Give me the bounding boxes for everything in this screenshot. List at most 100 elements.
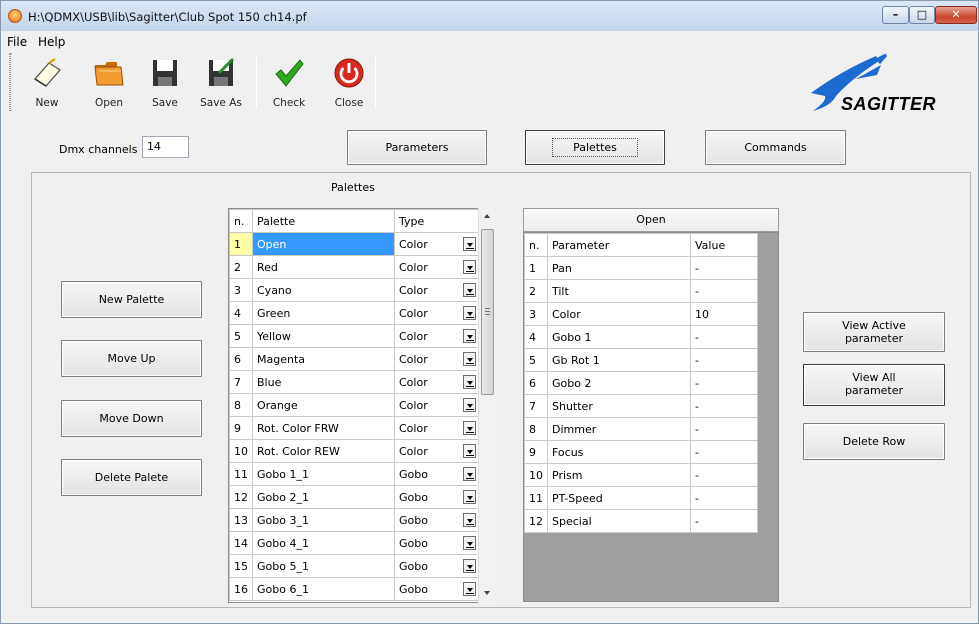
palette-row-number[interactable]: 4	[229, 301, 253, 325]
dropdown-arrow-icon[interactable]	[463, 536, 476, 550]
param-name-cell[interactable]: Special	[547, 509, 691, 533]
param-value-cell[interactable]: -	[690, 279, 758, 303]
dropdown-arrow-icon[interactable]	[463, 260, 476, 274]
palette-name-cell[interactable]: Rot. Color REW	[252, 439, 395, 463]
param-row-number[interactable]: 7	[524, 394, 548, 418]
param-value-cell[interactable]: 10	[690, 302, 758, 326]
palette-type-select[interactable]: Gobo	[394, 577, 478, 601]
param-value-cell[interactable]: -	[690, 463, 758, 487]
table-row[interactable]: 2 Tilt -	[524, 279, 758, 303]
app-icon[interactable]	[8, 9, 22, 23]
palette-row-number[interactable]: 7	[229, 370, 253, 394]
palette-row-number[interactable]: 8	[229, 393, 253, 417]
menu-file[interactable]: File	[7, 35, 27, 49]
col-header-n[interactable]: n.	[229, 209, 253, 233]
title-bar[interactable]: H:\QDMX\USB\lib\Sagitter\Club Spot 150 c…	[1, 1, 978, 31]
close-window-button[interactable]: ✕	[935, 6, 977, 24]
palette-name-cell[interactable]: Magenta	[252, 347, 395, 371]
palette-row-number[interactable]: 16	[229, 577, 253, 601]
palette-row-number[interactable]: 5	[229, 324, 253, 348]
move-up-button[interactable]: Move Up	[61, 340, 202, 377]
palette-name-cell[interactable]: Cyano	[252, 278, 395, 302]
param-name-cell[interactable]: Shutter	[547, 394, 691, 418]
param-row-number[interactable]: 12	[524, 509, 548, 533]
dropdown-arrow-icon[interactable]	[463, 352, 476, 366]
param-value-cell[interactable]: -	[690, 348, 758, 372]
dropdown-arrow-icon[interactable]	[463, 283, 476, 297]
tab-palettes[interactable]: Palettes	[525, 130, 665, 165]
param-value-cell[interactable]: -	[690, 394, 758, 418]
table-row[interactable]: 4 Gobo 1-	[524, 325, 758, 349]
palette-name-cell[interactable]: Rot. Color FRW	[252, 416, 395, 440]
toolbar-grip[interactable]	[9, 53, 11, 111]
param-value-cell[interactable]: -	[690, 509, 758, 533]
palettes-scrollbar[interactable]	[478, 208, 495, 603]
check-button[interactable]: Check	[269, 55, 309, 113]
table-row[interactable]: 15 Gobo 5_1 Gobo	[229, 554, 478, 578]
scroll-down-arrow-icon[interactable]	[479, 584, 495, 601]
dropdown-arrow-icon[interactable]	[463, 237, 476, 251]
param-value-cell[interactable]: -	[690, 325, 758, 349]
palette-type-select[interactable]: Color	[394, 393, 478, 417]
dmx-channels-field[interactable]: 14	[142, 136, 189, 158]
palette-type-select[interactable]: Color	[394, 347, 478, 371]
palettes-grid[interactable]: n. Palette Type 1 Open Color 2 Red Color 3 Cyan…	[228, 208, 479, 603]
save-as-button[interactable]: Save As	[195, 55, 247, 113]
palette-row-number[interactable]: 3	[229, 278, 253, 302]
table-row[interactable]: 4 Green Color	[229, 301, 478, 325]
save-button[interactable]: Save	[147, 55, 183, 113]
param-row-number[interactable]: 10	[524, 463, 548, 487]
table-row[interactable]: 3 Cyano Color	[229, 278, 478, 302]
menu-help[interactable]: Help	[38, 35, 65, 49]
palette-row-number[interactable]: 1	[229, 232, 253, 256]
param-name-cell[interactable]: PT-Speed	[547, 486, 691, 510]
move-down-button[interactable]: Move Down	[61, 400, 202, 437]
table-row[interactable]: 3 Color 10	[524, 302, 758, 326]
maximize-button[interactable]: □	[909, 6, 935, 24]
palette-type-select[interactable]: Color	[394, 416, 478, 440]
dropdown-arrow-icon[interactable]	[463, 306, 476, 320]
palette-name-cell[interactable]: Yellow	[252, 324, 395, 348]
palette-row-number[interactable]: 14	[229, 531, 253, 555]
palette-type-select[interactable]: Gobo	[394, 531, 478, 555]
table-row[interactable]: 6 Magenta Color	[229, 347, 478, 371]
param-row-number[interactable]: 9	[524, 440, 548, 464]
dropdown-arrow-icon[interactable]	[463, 444, 476, 458]
palette-row-number[interactable]: 12	[229, 485, 253, 509]
palette-type-select[interactable]: Gobo	[394, 462, 478, 486]
param-value-cell[interactable]: -	[690, 256, 758, 280]
palette-name-cell[interactable]: Gobo 4_1	[252, 531, 395, 555]
palette-type-select[interactable]: Color	[394, 439, 478, 463]
col-header-value[interactable]: Value	[690, 233, 758, 257]
param-name-cell[interactable]: Gobo 1	[547, 325, 691, 349]
param-name-cell[interactable]: Gb Rot 1	[547, 348, 691, 372]
palette-row-number[interactable]: 11	[229, 462, 253, 486]
col-header-parameter[interactable]: Parameter	[547, 233, 691, 257]
dropdown-arrow-icon[interactable]	[463, 513, 476, 527]
open-button[interactable]: Open	[87, 55, 131, 113]
dropdown-arrow-icon[interactable]	[463, 582, 476, 596]
new-button[interactable]: New	[29, 55, 65, 113]
palette-row-number[interactable]: 15	[229, 554, 253, 578]
table-row[interactable]: 1 Pan -	[524, 256, 758, 280]
view-all-parameter-button[interactable]: View All parameter	[803, 364, 945, 406]
param-value-cell[interactable]: -	[690, 486, 758, 510]
table-row[interactable]: 6 Gobo 2-	[524, 371, 758, 395]
col-header-n[interactable]: n.	[524, 233, 548, 257]
table-row[interactable]: 2 Red Color	[229, 255, 478, 279]
palette-type-select[interactable]: Color	[394, 232, 478, 256]
view-active-parameter-button[interactable]: View Active parameter	[803, 312, 945, 352]
table-row[interactable]: 10 Rot. Color REW Color	[229, 439, 478, 463]
param-row-number[interactable]: 3	[524, 302, 548, 326]
palette-type-select[interactable]: Color	[394, 301, 478, 325]
palette-name-cell[interactable]: Gobo 6_1	[252, 577, 395, 601]
dropdown-arrow-icon[interactable]	[463, 398, 476, 412]
close-button[interactable]: Close	[329, 55, 369, 113]
palette-type-select[interactable]: Color	[394, 370, 478, 394]
table-row[interactable]: 1 Open Color	[229, 232, 478, 256]
table-row[interactable]: 9 Focus -	[524, 440, 758, 464]
new-palette-button[interactable]: New Palette	[61, 281, 202, 318]
palette-name-cell[interactable]: Blue	[252, 370, 395, 394]
table-row[interactable]: 11 Gobo 1_1 Gobo	[229, 462, 478, 486]
param-name-cell[interactable]: Gobo 2	[547, 371, 691, 395]
